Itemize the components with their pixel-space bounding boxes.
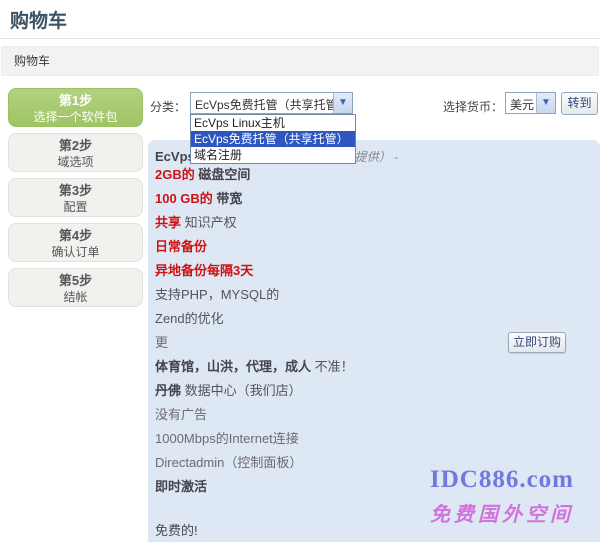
sidebar-step-4[interactable]: 第4步 确认订单 [8,223,143,262]
sidebar-step-3[interactable]: 第3步 配置 [8,178,143,217]
feature-line: Directadmin（控制面板） [155,451,495,475]
currency-select-value: 美元 [506,93,536,113]
feature-line: 日常备份 [155,235,495,259]
step-label: 配置 [9,199,142,215]
step-number: 第2步 [9,137,142,154]
dropdown-option-free-hosting[interactable]: EcVps免费托管（共享托管） [191,131,355,147]
category-select-value: EcVps免费托管（共享托管） [191,93,333,113]
feature-text: 带宽 [213,191,243,206]
step-number: 第3步 [9,182,142,199]
sidebar-step-2[interactable]: 第2步 域选项 [8,133,143,172]
feature-line: 2GB的 磁盘空间 [155,163,495,187]
step-number: 第1步 [9,92,142,109]
page-title: 购物车 [10,6,67,33]
feature-text: 体育馆，山洪，代理，成人 [155,359,311,374]
feature-text: 2GB的 [155,167,195,182]
feature-text: 更 [155,335,168,350]
feature-line: 丹佛 数据中心（我们店） [155,379,495,403]
sidebar-step-5[interactable]: 第5步 结帐 [8,268,143,307]
feature-text: Zend的优化 [155,311,224,326]
step-label: 结帐 [9,289,142,305]
category-label: 分类： [150,98,186,115]
step-label: 域选项 [9,154,142,170]
feature-text: 数据中心（我们店） [181,383,302,398]
feature-line: 100 GB的 带宽 [155,187,495,211]
category-dropdown-list: EcVps Linux主机 EcVps免费托管（共享托管） 域名注册 [190,114,356,164]
feature-text: 磁盘空间 [195,167,251,182]
feature-line: 更 [155,331,495,355]
feature-line: 异地备份每隔3天 [155,259,495,283]
dropdown-option-linux[interactable]: EcVps Linux主机 [191,115,355,131]
feature-line: 支持PHP，MYSQL的 [155,283,495,307]
feature-text: 不准！ [311,359,354,374]
dropdown-option-domain[interactable]: 域名注册 [191,147,355,163]
feature-list: 2GB的 磁盘空间100 GB的 带宽共享 知识产权日常备份异地备份每隔3天支持… [155,163,495,499]
currency-label: 选择货币： [443,98,503,115]
feature-text: 知识产权 [181,215,237,230]
feature-line: 共享 知识产权 [155,211,495,235]
feature-line: 没有广告 [155,403,495,427]
step-number: 第5步 [9,272,142,289]
feature-line: Zend的优化 [155,307,495,331]
feature-text: 1000Mbps的Internet连接 [155,431,299,446]
currency-select[interactable]: 美元 ▼ [505,92,556,114]
feature-text: 异地备份每隔3天 [155,263,253,278]
feature-text: 日常备份 [155,239,207,254]
currency-go-button[interactable]: 转到 [561,92,598,115]
chevron-down-icon[interactable]: ▼ [536,93,555,113]
step-label: 选择一个软件包 [9,109,142,125]
feature-text: 即时激活 [155,479,207,494]
order-now-button[interactable]: 立即订购 [508,332,566,353]
feature-text: 100 GB的 [155,191,213,206]
breadcrumb[interactable]: 购物车 [1,46,599,76]
feature-line: 1000Mbps的Internet连接 [155,427,495,451]
chevron-down-icon[interactable]: ▼ [333,93,352,113]
price-note: 免费的! [155,520,198,539]
feature-text: 支持PHP，MYSQL的 [155,287,279,302]
header-divider [0,38,600,39]
feature-text: 丹佛 [155,383,181,398]
feature-text: 共享 [155,215,181,230]
step-label: 确认订单 [9,244,142,260]
feature-text: Directadmin（控制面板） [155,455,302,470]
feature-text: 没有广告 [155,407,207,422]
feature-line: 体育馆，山洪，代理，成人 不准！ [155,355,495,379]
category-select[interactable]: EcVps免费托管（共享托管） ▼ [190,92,353,114]
feature-line: 即时激活 [155,475,495,499]
sidebar-step-1[interactable]: 第1步 选择一个软件包 [8,88,143,127]
step-number: 第4步 [9,227,142,244]
